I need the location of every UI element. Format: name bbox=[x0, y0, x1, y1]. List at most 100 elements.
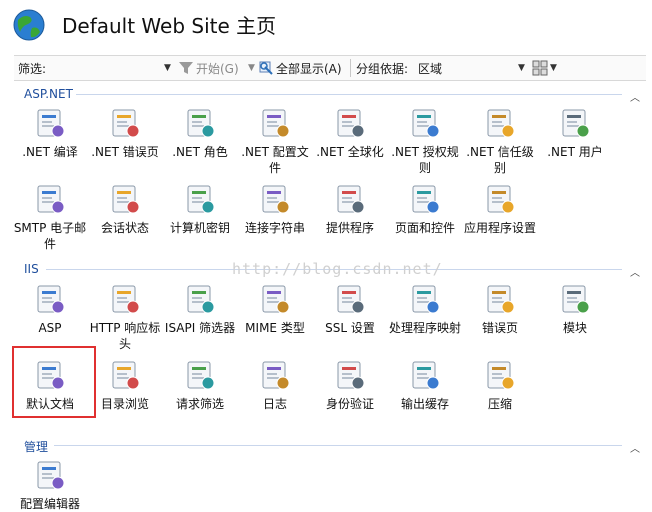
group-by-label: 分组依据: bbox=[356, 62, 409, 76]
feature-item[interactable]: .NET 编译 bbox=[12, 106, 88, 160]
net-authorization-icon bbox=[408, 106, 442, 140]
providers-icon bbox=[333, 182, 367, 216]
smtp-email-icon bbox=[33, 182, 67, 216]
config-editor-icon bbox=[33, 458, 67, 492]
feature-label: 处理程序映射 bbox=[388, 321, 461, 335]
mime-types-icon bbox=[258, 282, 292, 316]
feature-item[interactable]: 请求筛选 bbox=[162, 358, 238, 412]
feature-label: .NET 信任级别 bbox=[466, 145, 534, 175]
group-dropdown-icon[interactable]: ▼ bbox=[518, 63, 525, 73]
feature-label: 目录浏览 bbox=[100, 397, 149, 411]
feature-label: .NET 角色 bbox=[172, 145, 228, 159]
feature-item[interactable]: MIME 类型 bbox=[237, 282, 313, 336]
group-by-select[interactable]: 区域 bbox=[418, 60, 442, 77]
feature-item[interactable]: ASP bbox=[12, 282, 88, 336]
feature-item[interactable]: 会话状态 bbox=[87, 182, 163, 236]
section-divider bbox=[54, 445, 622, 446]
start-button[interactable]: 开始(G) bbox=[196, 60, 239, 77]
globe-icon bbox=[13, 9, 45, 41]
feature-label: .NET 用户 bbox=[547, 145, 603, 159]
section-aspnet-title[interactable]: ASP.NET bbox=[24, 87, 73, 101]
feature-item[interactable]: .NET 错误页 bbox=[87, 106, 163, 160]
handler-mappings-icon bbox=[408, 282, 442, 316]
asp-icon bbox=[33, 282, 67, 316]
net-trust-icon bbox=[483, 106, 517, 140]
feature-item[interactable]: .NET 信任级别 bbox=[462, 106, 538, 176]
http-headers-icon bbox=[108, 282, 142, 316]
ssl-settings-icon bbox=[333, 282, 367, 316]
feature-label: .NET 授权规则 bbox=[391, 145, 459, 175]
net-error-page-icon bbox=[108, 106, 142, 140]
feature-item[interactable]: 模块 bbox=[537, 282, 613, 336]
net-roles-icon bbox=[183, 106, 217, 140]
feature-item[interactable]: .NET 用户 bbox=[537, 106, 613, 160]
feature-item[interactable]: ISAPI 筛选器 bbox=[162, 282, 238, 336]
directory-browsing-icon bbox=[108, 358, 142, 392]
toolbar-separator bbox=[350, 59, 351, 77]
feature-item[interactable]: SSL 设置 bbox=[312, 282, 388, 336]
toolbar: 筛选: ▼ 开始(G) ▼ 全部显示(A) 分组依据: 区域 ▼ ▼ bbox=[14, 55, 646, 81]
collapse-aspnet-icon[interactable]: ︿ bbox=[630, 89, 640, 104]
feature-item[interactable]: 配置编辑器 bbox=[12, 458, 88, 512]
feature-label: 连接字符串 bbox=[244, 221, 305, 235]
feature-label: SMTP 电子邮件 bbox=[13, 221, 87, 251]
feature-item[interactable]: 输出缓存 bbox=[387, 358, 463, 412]
feature-label: 压缩 bbox=[487, 397, 512, 411]
feature-item[interactable]: 日志 bbox=[237, 358, 313, 412]
view-icon[interactable] bbox=[532, 60, 548, 76]
feature-label: ASP bbox=[38, 321, 62, 335]
feature-label: 日志 bbox=[262, 397, 287, 411]
feature-label: ISAPI 筛选器 bbox=[164, 321, 236, 335]
feature-label: 模块 bbox=[562, 321, 587, 335]
feature-label: 请求筛选 bbox=[175, 397, 224, 411]
feature-item[interactable]: 应用程序设置 bbox=[462, 182, 538, 236]
page-title: Default Web Site 主页 bbox=[62, 14, 277, 38]
feature-label: 错误页 bbox=[481, 321, 518, 335]
filter-dropdown-icon[interactable]: ▼ bbox=[164, 63, 171, 73]
feature-item[interactable]: 身份验证 bbox=[312, 358, 388, 412]
feature-item[interactable]: .NET 全球化 bbox=[312, 106, 388, 160]
feature-item[interactable]: 压缩 bbox=[462, 358, 538, 412]
logging-icon bbox=[258, 358, 292, 392]
show-all-button[interactable]: 全部显示(A) bbox=[276, 60, 342, 77]
section-manage-title[interactable]: 管理 bbox=[24, 438, 48, 455]
feature-item[interactable]: 错误页 bbox=[462, 282, 538, 336]
feature-label: 应用程序设置 bbox=[463, 221, 536, 235]
feature-item[interactable]: HTTP 响应标头 bbox=[87, 282, 163, 352]
feature-label: .NET 错误页 bbox=[91, 145, 159, 159]
net-profile-icon bbox=[258, 106, 292, 140]
net-globalization-icon bbox=[333, 106, 367, 140]
connection-strings-icon bbox=[258, 182, 292, 216]
feature-item[interactable]: .NET 授权规则 bbox=[387, 106, 463, 176]
feature-item[interactable]: 目录浏览 bbox=[87, 358, 163, 412]
request-filtering-icon bbox=[183, 358, 217, 392]
compression-icon bbox=[483, 358, 517, 392]
filter-label: 筛选: bbox=[18, 62, 47, 76]
collapse-manage-icon[interactable]: ︿ bbox=[630, 440, 640, 455]
feature-item[interactable]: 提供程序 bbox=[312, 182, 388, 236]
feature-label: 会话状态 bbox=[100, 221, 149, 235]
feature-label: .NET 配置文件 bbox=[241, 145, 309, 175]
view-dropdown-icon[interactable]: ▼ bbox=[550, 63, 557, 73]
feature-item[interactable]: 连接字符串 bbox=[237, 182, 313, 236]
feature-label: 页面和控件 bbox=[394, 221, 455, 235]
feature-item[interactable]: 处理程序映射 bbox=[387, 282, 463, 336]
show-all-icon bbox=[259, 61, 273, 75]
funnel-icon bbox=[179, 62, 193, 74]
net-compile-icon bbox=[33, 106, 67, 140]
error-pages-icon bbox=[483, 282, 517, 316]
start-dropdown-icon[interactable]: ▼ bbox=[248, 63, 255, 73]
collapse-iis-icon[interactable]: ︿ bbox=[630, 264, 640, 279]
feature-item[interactable]: .NET 角色 bbox=[162, 106, 238, 160]
output-caching-icon bbox=[408, 358, 442, 392]
section-iis-title[interactable]: IIS bbox=[24, 262, 39, 276]
session-state-icon bbox=[108, 182, 142, 216]
isapi-filters-icon bbox=[183, 282, 217, 316]
page-header: Default Web Site 主页 bbox=[0, 0, 652, 52]
feature-item[interactable]: 计算机密钥 bbox=[162, 182, 238, 236]
feature-item[interactable]: 页面和控件 bbox=[387, 182, 463, 236]
feature-item[interactable]: .NET 配置文件 bbox=[237, 106, 313, 176]
machine-key-icon bbox=[183, 182, 217, 216]
net-users-icon bbox=[558, 106, 592, 140]
feature-item[interactable]: SMTP 电子邮件 bbox=[12, 182, 88, 252]
